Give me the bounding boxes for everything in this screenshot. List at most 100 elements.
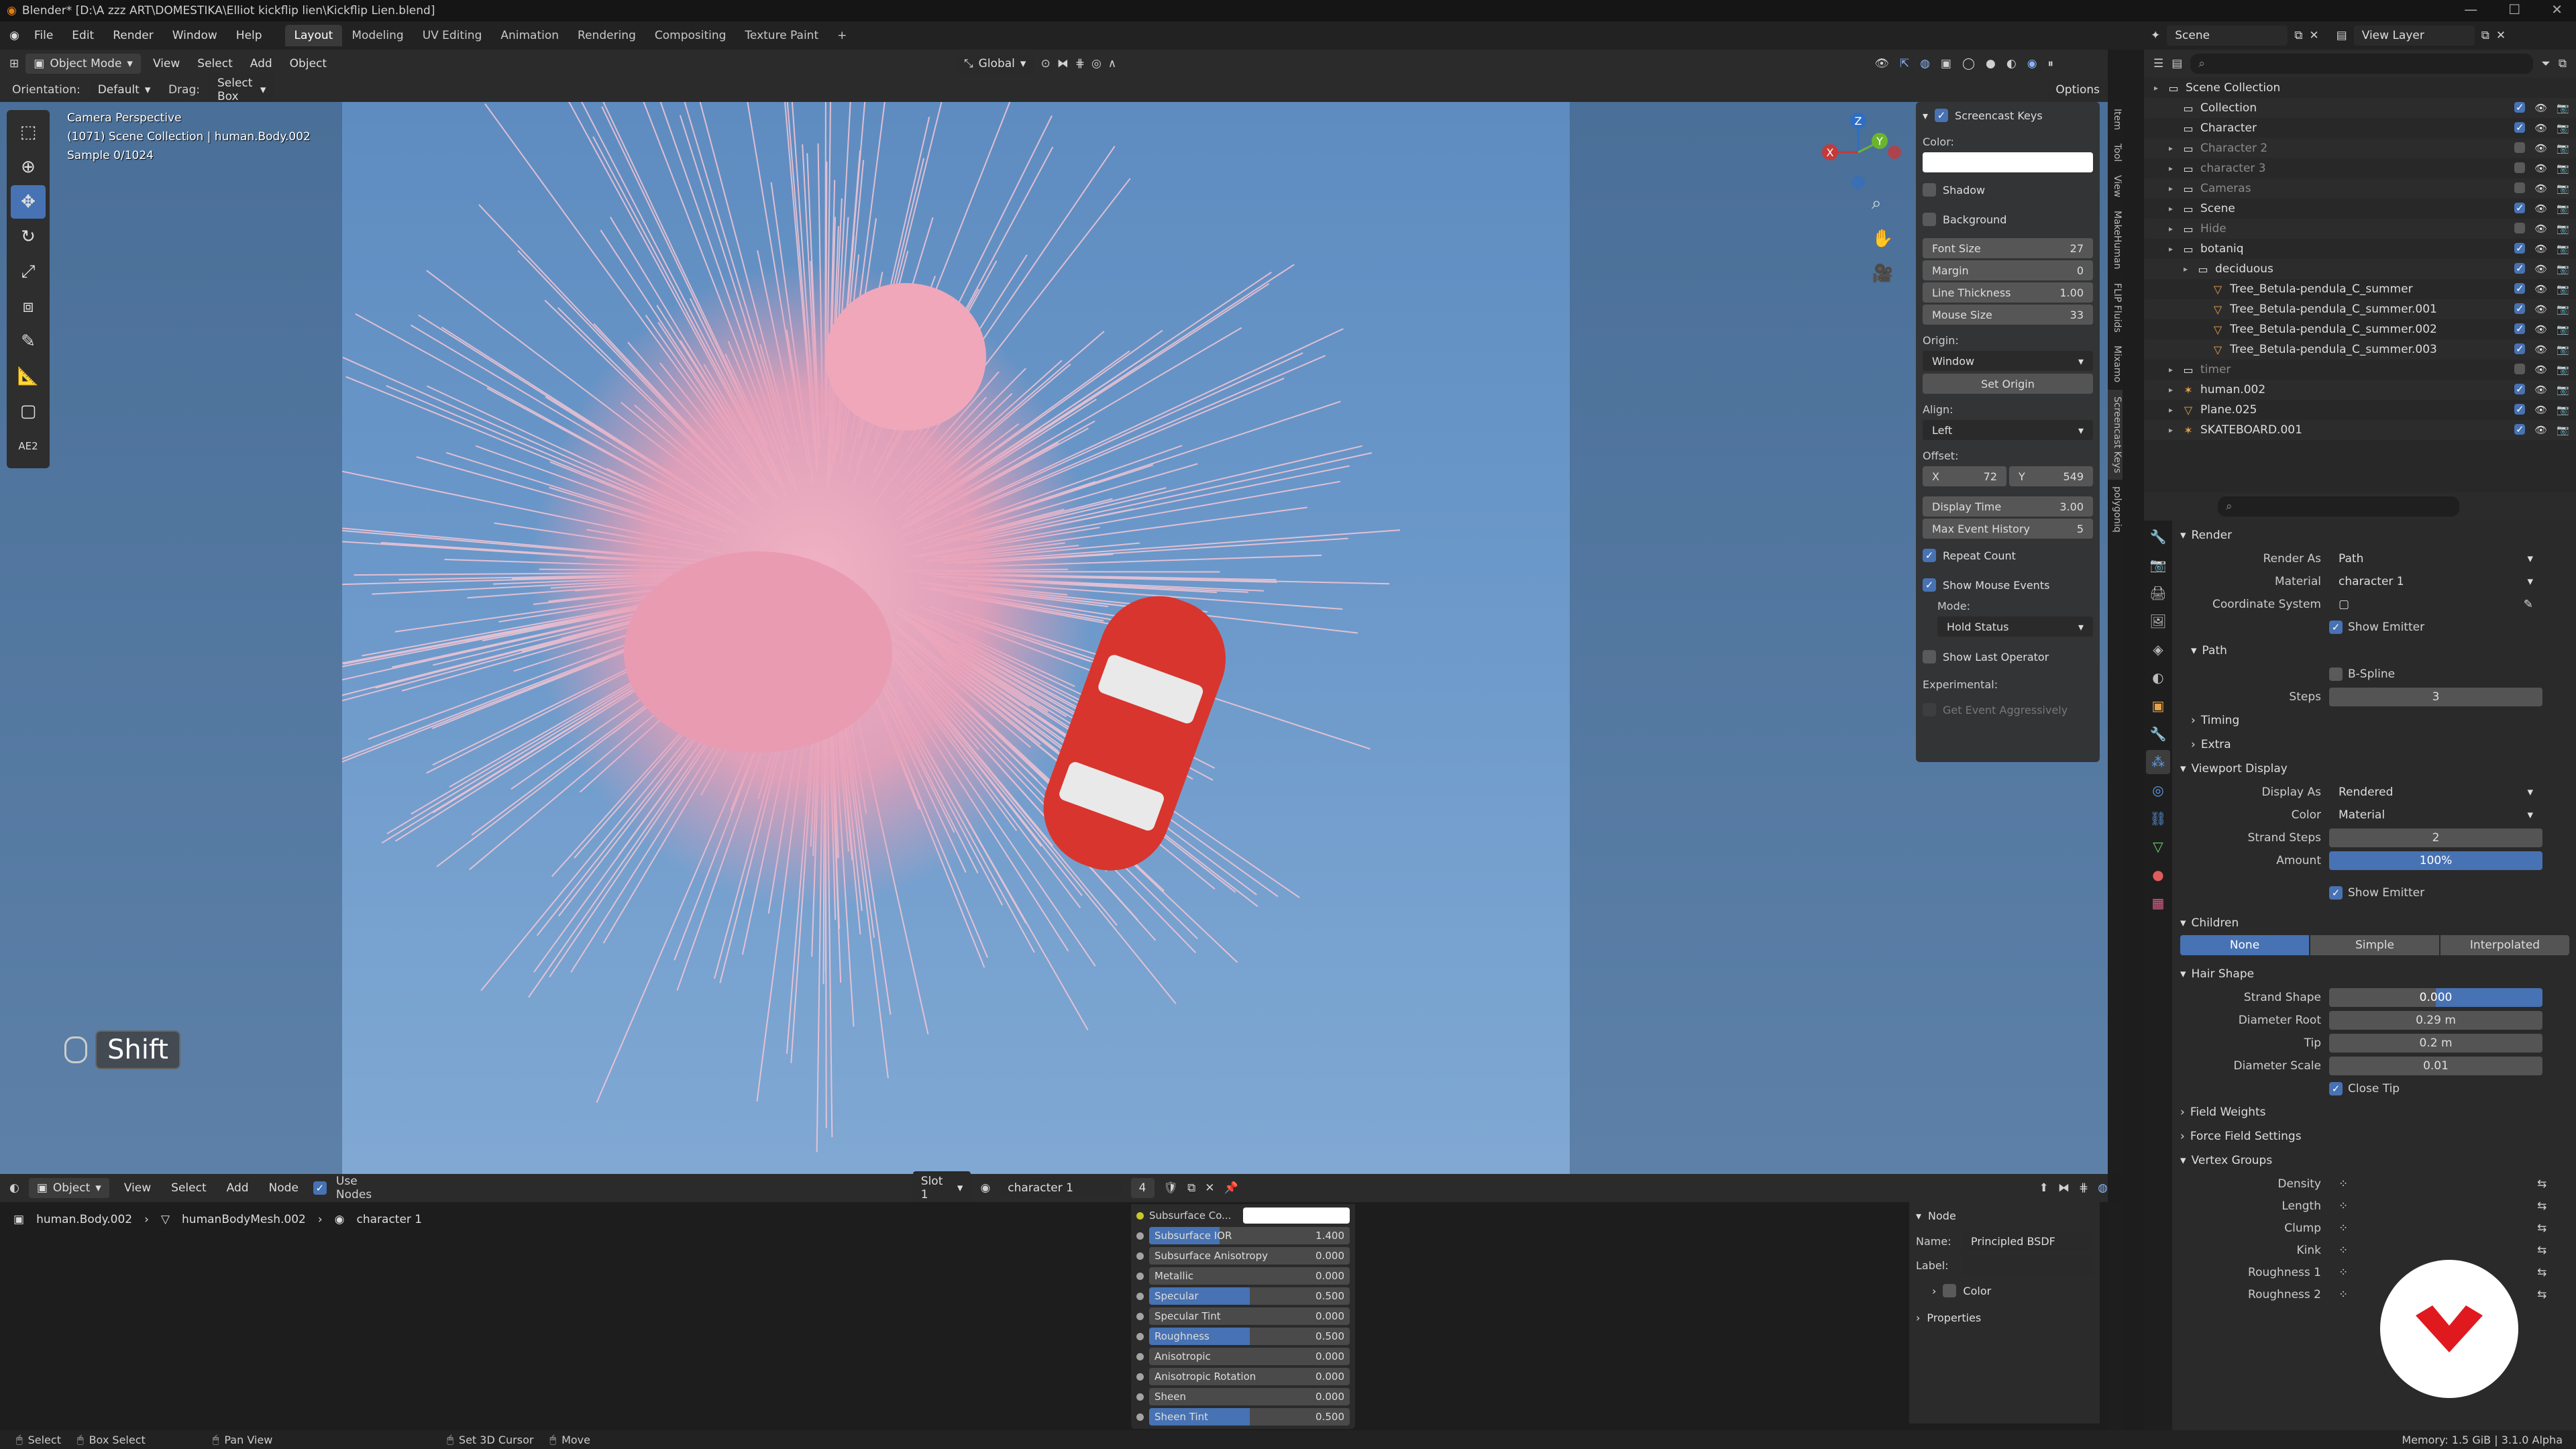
- snap-grid-icon[interactable]: ⋕: [1075, 58, 1085, 70]
- node-menu-add[interactable]: Add: [221, 1181, 254, 1195]
- menu-window[interactable]: Window: [163, 29, 227, 42]
- particles-tab-icon[interactable]: ⁂: [2146, 750, 2170, 774]
- editor-type-icon[interactable]: ⊞: [9, 58, 19, 70]
- get-event-row[interactable]: Get Event Aggressively: [1923, 695, 2093, 724]
- new-collection-icon[interactable]: ⧉: [2559, 58, 2567, 70]
- exclude-checkbox[interactable]: ✓: [2514, 242, 2526, 254]
- maximize-icon[interactable]: ☐: [2508, 1, 2520, 17]
- vertex-groups-section-header[interactable]: ▾ Vertex Groups: [2175, 1148, 2573, 1173]
- strand-shape-slider[interactable]: 0.000: [2329, 988, 2542, 1007]
- material-shading-icon[interactable]: ◐: [2006, 58, 2017, 70]
- path-section-header[interactable]: ▾ Path: [2175, 639, 2573, 663]
- timing-section-header[interactable]: › Timing: [2175, 708, 2573, 733]
- panel-header[interactable]: ▾ ✓ Screencast Keys: [1923, 102, 2093, 129]
- output-tab-icon[interactable]: 🖨: [2146, 581, 2170, 605]
- node-menu-view[interactable]: View: [119, 1181, 156, 1195]
- principled-bsdf-node[interactable]: Subsurface Co... Subsurface IOR 1.400 Subsu…: [1131, 1204, 1355, 1429]
- input-socket[interactable]: [1136, 1232, 1144, 1240]
- outliner-row[interactable]: ▸ ▭ Scene Collection: [2144, 78, 2576, 98]
- node-input-slider[interactable]: Sheen 0.000: [1149, 1388, 1350, 1405]
- background-row[interactable]: Background: [1923, 205, 2093, 234]
- menu-edit[interactable]: Edit: [62, 29, 103, 42]
- eye-icon[interactable]: 👁: [2534, 424, 2547, 436]
- outliner-row[interactable]: ▸ ▭ Character 2 👁 📷: [2144, 138, 2576, 158]
- camera-icon[interactable]: 📷: [2557, 162, 2569, 174]
- expand-arrow-icon[interactable]: ▸: [2165, 204, 2176, 213]
- get-event-checkbox[interactable]: [1923, 703, 1936, 716]
- camera-icon[interactable]: 📷: [2557, 323, 2569, 335]
- outliner-row[interactable]: ▽ Tree_Betula-pendula_C_summer.002 ✓ 👁 📷: [2144, 319, 2576, 339]
- exclude-checkbox[interactable]: [2514, 162, 2526, 173]
- exclude-checkbox[interactable]: ✓: [2514, 121, 2526, 133]
- measure-tool[interactable]: 📐: [11, 360, 46, 393]
- options-button[interactable]: Options: [2047, 80, 2108, 100]
- set-origin-button[interactable]: Set Origin: [1923, 374, 2093, 394]
- exclude-checkbox[interactable]: ✓: [2514, 383, 2526, 395]
- duplicate-material-icon[interactable]: ⧉: [1187, 1182, 1195, 1194]
- eye-icon[interactable]: 👁: [2534, 223, 2547, 235]
- expand-arrow-icon[interactable]: ▸: [2165, 184, 2176, 193]
- node-color-section[interactable]: › Color: [1916, 1277, 2093, 1304]
- eye-icon[interactable]: 👁: [2534, 243, 2547, 255]
- coordinate-system-field[interactable]: ▢ ✎: [2329, 595, 2542, 614]
- input-socket[interactable]: [1136, 1352, 1144, 1360]
- outliner-row[interactable]: ▸ ▭ botaniq ✓ 👁 📷: [2144, 239, 2576, 259]
- tip-field[interactable]: 0.2 m: [2329, 1034, 2542, 1053]
- exclude-checkbox[interactable]: [2514, 223, 2526, 233]
- new-view-layer-icon[interactable]: ⧉: [2481, 30, 2489, 42]
- show-mouse-events-row[interactable]: ✓ Show Mouse Events: [1923, 570, 2093, 600]
- gizmo-toggle-icon[interactable]: ⇱: [1900, 58, 1909, 70]
- unlink-material-icon[interactable]: ✕: [1205, 1182, 1214, 1194]
- eye-icon[interactable]: 👁: [2534, 142, 2547, 154]
- viewport-display-section-header[interactable]: ▾ Viewport Display: [2175, 757, 2573, 781]
- repeat-count-row[interactable]: ✓ Repeat Count: [1923, 541, 2093, 570]
- modifiers-tab-icon[interactable]: 🔧: [2146, 722, 2170, 746]
- input-socket[interactable]: [1136, 1413, 1144, 1421]
- slot-selector[interactable]: Slot 1 ▾: [912, 1171, 971, 1205]
- outliner-row[interactable]: ▸ ▽ Plane.025 ✓ 👁 📷: [2144, 400, 2576, 420]
- neg-x-axis-icon[interactable]: [1888, 146, 1901, 159]
- tab-mixamo[interactable]: Mixamo: [2108, 339, 2123, 389]
- expand-arrow-icon[interactable]: ▸: [2165, 385, 2176, 394]
- physics-tab-icon[interactable]: ◎: [2146, 778, 2170, 802]
- eye-icon[interactable]: 👁: [2534, 323, 2547, 335]
- children-simple-button[interactable]: Simple: [2310, 935, 2439, 955]
- filter-icon[interactable]: ⏷: [2541, 58, 2551, 70]
- eyedropper-icon[interactable]: ✎: [2524, 598, 2533, 611]
- outliner-row[interactable]: ▸ ✶ human.002 ✓ 👁 📷: [2144, 380, 2576, 400]
- exclude-checkbox[interactable]: ✓: [2514, 202, 2526, 214]
- expand-arrow-icon[interactable]: ▸: [2165, 144, 2176, 153]
- exclude-checkbox[interactable]: ✓: [2514, 423, 2526, 435]
- pin-icon[interactable]: 📌: [1224, 1182, 1238, 1194]
- camera-icon[interactable]: 📷: [2557, 243, 2569, 255]
- visibility-icon[interactable]: 👁: [1874, 58, 1889, 70]
- font-size-field[interactable]: Font Size 27: [1923, 238, 2093, 258]
- navigation-gizmo[interactable]: Z X Y: [1811, 109, 1905, 196]
- eye-icon[interactable]: 👁: [2534, 364, 2547, 376]
- eye-icon[interactable]: 👁: [2534, 203, 2547, 215]
- display-time-field[interactable]: Display Time 3.00: [1923, 496, 2093, 517]
- world-tab-icon[interactable]: ◐: [2146, 665, 2170, 690]
- node-input-slider[interactable]: Subsurface Anisotropy 0.000: [1149, 1247, 1350, 1265]
- children-section-header[interactable]: ▾ Children: [2175, 911, 2573, 935]
- camera-icon[interactable]: 📷: [2557, 343, 2569, 356]
- exclude-checkbox[interactable]: ✓: [2514, 101, 2526, 113]
- display-as-dropdown[interactable]: Rendered ▾: [2329, 783, 2542, 802]
- view-layer-selector[interactable]: View Layer: [2353, 25, 2475, 46]
- vertex-group-field[interactable]: ⁘: [2329, 1218, 2530, 1238]
- background-checkbox[interactable]: [1923, 213, 1936, 226]
- exclude-checkbox[interactable]: ✓: [2514, 343, 2526, 355]
- exclude-checkbox[interactable]: ✓: [2514, 323, 2526, 335]
- parent-node-tree-icon[interactable]: ⬆: [2039, 1182, 2049, 1194]
- outliner-search-input[interactable]: ⌕: [2190, 54, 2534, 74]
- blender-menu-icon[interactable]: ◉: [9, 30, 19, 42]
- rotate-tool[interactable]: ↻: [11, 220, 46, 254]
- tab-flip-fluids[interactable]: FLIP Fluids: [2108, 276, 2123, 339]
- menu-select[interactable]: Select: [192, 57, 237, 70]
- origin-dropdown[interactable]: Window ▾: [1923, 351, 2093, 371]
- input-socket[interactable]: [1136, 1252, 1144, 1260]
- node-input-slider[interactable]: Anisotropic 0.000: [1149, 1348, 1350, 1365]
- field-weights-section-header[interactable]: › Field Weights: [2175, 1100, 2573, 1124]
- outliner-row[interactable]: ▸ ▭ deciduous ✓ 👁 📷: [2144, 259, 2576, 279]
- node-input-slider[interactable]: Subsurface IOR 1.400: [1149, 1227, 1350, 1244]
